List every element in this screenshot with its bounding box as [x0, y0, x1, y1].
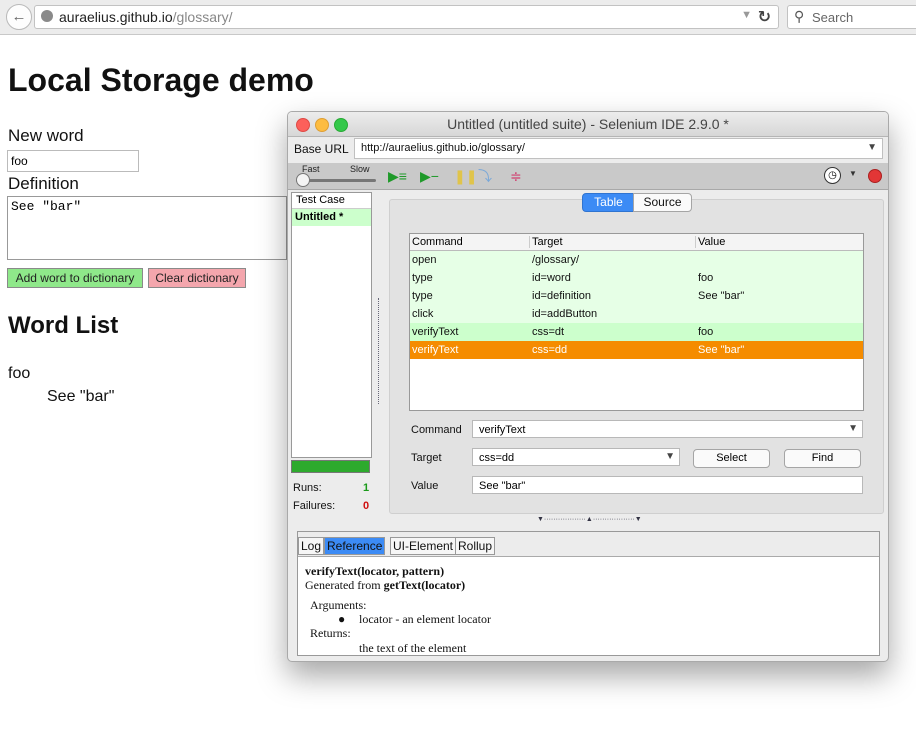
reference-generated: Generated from getText(locator) — [305, 578, 466, 592]
browser-toolbar: ← auraelius.github.io/glossary/ ▼ ↻ ⚲ Se… — [0, 0, 916, 35]
horizontal-splitter[interactable]: ▼··················▲··················▼ — [537, 516, 642, 523]
clock-dropdown-icon[interactable]: ▼ — [849, 169, 857, 178]
target-dropdown-icon[interactable]: ▼ — [665, 451, 675, 462]
base-url-label: Base URL — [294, 142, 349, 156]
value-label: Value — [411, 480, 439, 492]
bottom-tab-bar: Log Reference UI-Element Rollup — [298, 532, 879, 557]
clear-dictionary-button[interactable]: Clear dictionary — [148, 268, 246, 288]
new-word-label: New word — [8, 126, 84, 145]
reference-returns-label: Returns: — [310, 626, 351, 640]
globe-icon — [41, 10, 53, 22]
selenium-ide-window: Untitled (untitled suite) - Selenium IDE… — [287, 111, 889, 662]
reference-argument-bullet: ● — [338, 612, 346, 626]
step-icon[interactable]: ⤵ — [478, 168, 492, 184]
command-field-value: verifyText — [479, 424, 526, 436]
column-value[interactable]: Value — [698, 236, 725, 248]
word-list-heading: Word List — [8, 312, 119, 339]
run-progress-bar — [291, 460, 370, 473]
tab-table[interactable]: Table — [582, 193, 635, 212]
url-text: auraelius.github.io/glossary/ — [59, 9, 233, 25]
play-test-icon[interactable]: ▶− — [420, 168, 439, 184]
reference-arguments-label: Arguments: — [310, 598, 367, 612]
test-case-panel: Test Case Untitled * — [291, 192, 372, 458]
failures-count: 0 — [363, 500, 370, 512]
failures-label: Failures: — [293, 500, 336, 512]
runs-label: Runs: — [293, 482, 322, 494]
reload-icon[interactable]: ↻ — [758, 7, 771, 27]
command-row[interactable]: type id=definition See "bar" — [410, 287, 863, 305]
reference-returns-text: the text of the element — [359, 641, 467, 655]
back-arrow-icon[interactable]: ← — [6, 4, 32, 30]
command-row[interactable]: open /glossary/ — [410, 251, 863, 269]
command-field[interactable]: verifyText ▼ — [472, 420, 863, 438]
tab-log[interactable]: Log — [298, 537, 325, 555]
search-input[interactable]: ⚲ Search — [787, 5, 916, 29]
search-icon: ⚲ — [794, 8, 805, 24]
pause-icon[interactable]: ❚❚ — [454, 168, 477, 184]
command-row[interactable]: verifyText css=dt foo — [410, 323, 863, 341]
base-url-dropdown-icon[interactable]: ▼ — [867, 142, 877, 153]
tab-reference[interactable]: Reference — [324, 537, 386, 555]
column-command[interactable]: Command — [412, 236, 463, 248]
test-case-header: Test Case — [292, 193, 371, 209]
panel-splitter[interactable] — [378, 298, 383, 404]
reference-content: verifyText(locator, pattern) Generated f… — [298, 557, 879, 655]
ide-titlebar[interactable]: Untitled (untitled suite) - Selenium IDE… — [288, 112, 888, 137]
command-label: Command — [411, 424, 462, 436]
search-placeholder: Search — [812, 10, 854, 25]
page-title: Local Storage demo — [8, 62, 314, 98]
ide-toolbar: Fast Slow ▶≡ ▶− ❚❚ ⤵ ≑ ◷ ▼ — [288, 163, 888, 190]
word-term: foo — [8, 365, 31, 382]
rollup-icon[interactable]: ≑ — [510, 168, 522, 184]
ide-title: Untitled (untitled suite) - Selenium IDE… — [447, 116, 729, 132]
clock-icon[interactable]: ◷ — [824, 167, 841, 184]
command-row[interactable]: click id=addButton — [410, 305, 863, 323]
command-table-header: Command Target Value — [410, 234, 863, 251]
value-field[interactable]: See "bar" — [472, 476, 863, 494]
target-label: Target — [411, 452, 442, 464]
command-table: Command Target Value open /glossary/ typ… — [409, 233, 864, 411]
tab-source[interactable]: Source — [633, 193, 692, 212]
tab-rollup[interactable]: Rollup — [455, 537, 496, 555]
definition-label: Definition — [8, 174, 79, 193]
speed-slider-handle[interactable] — [296, 173, 310, 187]
command-row[interactable]: type id=word foo — [410, 269, 863, 287]
address-bar[interactable]: auraelius.github.io/glossary/ ▼ ↻ — [34, 5, 779, 29]
tab-ui-element[interactable]: UI-Element — [390, 537, 457, 555]
reference-signature: verifyText(locator, pattern) — [305, 564, 445, 578]
find-button[interactable]: Find — [784, 449, 861, 468]
select-button[interactable]: Select — [693, 449, 770, 468]
command-dropdown-icon[interactable]: ▼ — [848, 423, 858, 434]
speed-slow-label: Slow — [350, 164, 370, 174]
column-target[interactable]: Target — [532, 236, 563, 248]
reference-panel: Log Reference UI-Element Rollup verifyTe… — [297, 531, 880, 656]
test-case-item[interactable]: Untitled * — [292, 209, 371, 226]
url-dropdown-icon[interactable]: ▼ — [741, 9, 752, 21]
reference-argument-item: locator - an element locator — [359, 612, 491, 626]
base-url-field[interactable]: http://auraelius.github.io/glossary/ ▼ — [354, 138, 883, 159]
word-definition: See "bar" — [47, 388, 115, 405]
runs-count: 1 — [363, 482, 370, 494]
definition-textarea[interactable]: See "bar" — [7, 196, 287, 260]
new-word-input[interactable] — [7, 150, 139, 172]
command-row-selected[interactable]: verifyText css=dd See "bar" — [410, 341, 863, 359]
record-icon[interactable] — [868, 169, 882, 183]
base-url-value: http://auraelius.github.io/glossary/ — [361, 142, 525, 154]
target-field-value: css=dd — [479, 452, 515, 464]
add-word-button[interactable]: Add word to dictionary — [7, 268, 143, 288]
play-suite-icon[interactable]: ▶≡ — [388, 168, 407, 184]
value-field-value: See "bar" — [479, 480, 526, 492]
target-field[interactable]: css=dd ▼ — [472, 448, 680, 466]
